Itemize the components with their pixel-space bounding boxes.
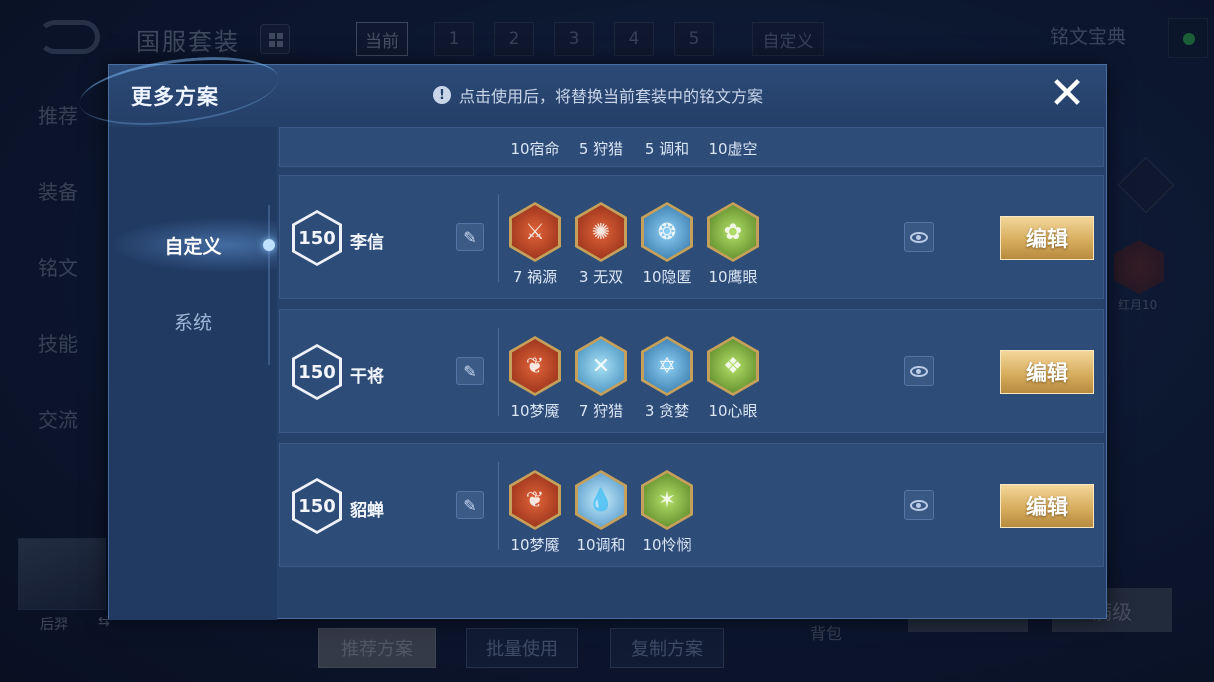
side-tabs: 自定义 系统 [109, 127, 277, 620]
rune-count-label: 3 无双 [578, 268, 624, 286]
edit-button[interactable]: 编辑 [1000, 484, 1094, 528]
rune-count-label: 10调和 [576, 536, 626, 554]
rename-icon[interactable]: ✎ [456, 491, 484, 519]
modal-header: 更多方案 ! 点击使用后，将替换当前套装中的铭文方案 ✕ [77, 52, 1106, 130]
plan-name: 干将 [350, 367, 384, 387]
blue-rune-icon: ✕ [575, 336, 627, 396]
level-badge: 150 [292, 478, 342, 534]
preview-eye-icon[interactable] [904, 222, 934, 252]
level-badge: 150 [292, 210, 342, 266]
rune-count-label: 10心眼 [708, 402, 758, 420]
rune-count-label: 10虚空 [708, 140, 758, 158]
row-divider [498, 194, 499, 282]
red-rune-icon: ❦ [509, 336, 561, 396]
red-rune-icon: ⚔ [509, 202, 561, 262]
rune-count-label: 10梦魇 [510, 402, 560, 420]
rune-count-label: 5 狩猎 [578, 140, 624, 158]
plan-row: 150 李信 ✎ ⚔ ✺ ❂ ✿ 7 祸源 3 无双 10隐匿 10鹰眼 编辑 [279, 175, 1104, 299]
rename-icon[interactable]: ✎ [456, 223, 484, 251]
green-rune-icon: ✶ [641, 470, 693, 530]
rune-count-label: 7 狩猎 [578, 402, 624, 420]
plan-name: 貂蝉 [350, 501, 384, 521]
red-rune-icon: ❦ [509, 470, 561, 530]
close-icon[interactable]: ✕ [1044, 72, 1090, 119]
modal-title: 更多方案 [131, 85, 219, 109]
row-divider [498, 328, 499, 416]
rune-count-label: 10梦魇 [510, 536, 560, 554]
blue-rune-icon: ❂ [641, 202, 693, 262]
rune-count-label: 10鹰眼 [708, 268, 758, 286]
plan-row-partial: 10宿命 5 狩猎 5 调和 10虚空 [279, 127, 1104, 167]
green-rune-icon: ✿ [707, 202, 759, 262]
rune-count-label: 5 调和 [644, 140, 690, 158]
rune-count-label: 10隐匿 [642, 268, 692, 286]
plan-row: 150 貂蝉 ✎ ❦ 💧 ✶ 10梦魇 10调和 10怜悯 编辑 [279, 443, 1104, 567]
blue-rune-icon: ✡ [641, 336, 693, 396]
plan-name: 李信 [350, 233, 384, 253]
green-rune-icon: ❖ [707, 336, 759, 396]
info-icon: ! [433, 86, 451, 104]
edit-button[interactable]: 编辑 [1000, 350, 1094, 394]
notice: ! 点击使用后，将替换当前套装中的铭文方案 [433, 83, 763, 107]
notice-text: 点击使用后，将替换当前套装中的铭文方案 [459, 87, 764, 106]
plan-row: 150 干将 ✎ ❦ ✕ ✡ ❖ 10梦魇 7 狩猎 3 贪婪 10心眼 编辑 [279, 309, 1104, 433]
row-divider [498, 462, 499, 550]
preview-eye-icon[interactable] [904, 356, 934, 386]
rune-count-label: 7 祸源 [512, 268, 558, 286]
preview-eye-icon[interactable] [904, 490, 934, 520]
rune-count-label: 3 贪婪 [644, 402, 690, 420]
red-rune-icon: ✺ [575, 202, 627, 262]
rune-count-label: 10怜悯 [642, 536, 692, 554]
tab-custom-plans[interactable]: 自定义 [109, 217, 277, 273]
plan-list[interactable]: 10宿命 5 狩猎 5 调和 10虚空 150 李信 ✎ ⚔ ✺ ❂ ✿ 7 祸… [279, 127, 1104, 620]
active-tab-indicator [263, 239, 275, 251]
edit-button[interactable]: 编辑 [1000, 216, 1094, 260]
rename-icon[interactable]: ✎ [456, 357, 484, 385]
tab-system-plans[interactable]: 系统 [109, 293, 277, 349]
more-plans-modal: 更多方案 ! 点击使用后，将替换当前套装中的铭文方案 ✕ 自定义 系统 10宿命… [77, 52, 1107, 620]
rune-count-label: 10宿命 [510, 140, 560, 158]
level-badge: 150 [292, 344, 342, 400]
blue-rune-icon: 💧 [575, 470, 627, 530]
